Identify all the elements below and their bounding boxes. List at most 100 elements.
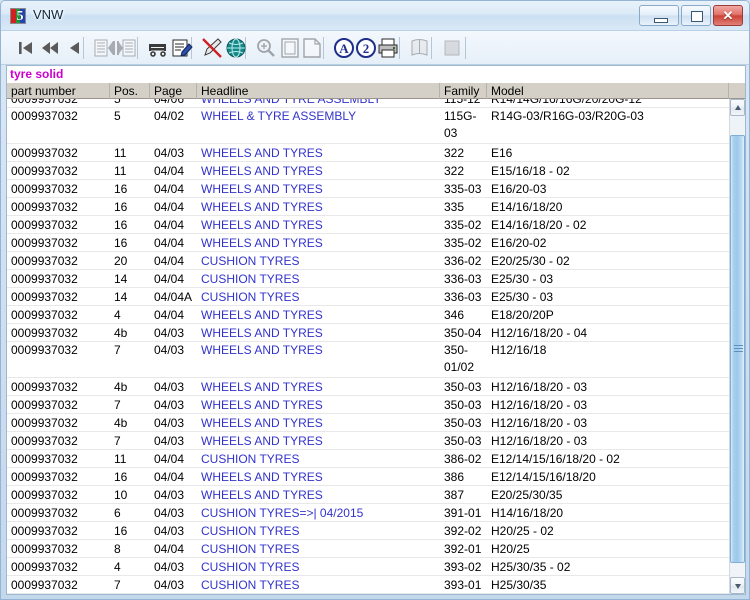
minimize-button[interactable] [639,5,679,26]
column-header-model[interactable]: Model [487,83,729,99]
table-row[interactable]: 0009937032 16 04/04 WHEELS AND TYRES 335 E14/… [7,198,729,216]
cell-family: 387 [444,488,465,502]
cell-pos: 10 [114,488,128,502]
table-row[interactable]: 0009937032 4b 04/03 WHEELS AND TYRES 350-03 H… [7,414,729,432]
table-row[interactable]: 0009937032 4b 04/03 WHEELS AND TYRES 350-04 H… [7,324,729,342]
scrollbar-track-upper[interactable] [730,116,745,135]
cell-head: WHEELS AND TYRE ASSEMBLY [201,99,382,106]
cell-family: 335-02 [444,218,482,232]
cell-part: 0009937032 [11,254,78,268]
cell-family: 115G-03 [444,109,477,140]
cell-head: CUSHION TYRES [201,254,300,268]
cell-page: 04/03 [154,380,185,394]
cell-part: 0009937032 [11,99,78,106]
printer-icon[interactable] [375,35,401,61]
column-header-head[interactable]: Headline [197,83,440,99]
table-row[interactable]: 0009937032 14 04/04A CUSHION TYRES 336-03 E25… [7,288,729,306]
cell-pos: 4b [114,416,128,430]
table-row[interactable]: 0009937032 16 04/03 CUSHION TYRES 392-02 H20/… [7,522,729,540]
column-header-pos[interactable]: Pos. [110,83,150,99]
table-row[interactable]: 0009937032 11 04/04 WHEELS AND TYRES 322 E15/… [7,162,729,180]
vertical-scrollbar[interactable] [729,99,745,594]
cell-page: 04/04A [154,290,193,304]
table-row[interactable]: 0009937032 10 04/03 WHEELS AND TYRES 387 E20/… [7,486,729,504]
table-row[interactable]: 0009937032 7 04/03 WHEELS AND TYRES 350-01/0… [7,342,729,378]
cell-part: 0009937032 [11,236,78,250]
page-copy-icon[interactable] [299,35,325,61]
table-row[interactable]: 0009937032 6 04/03 CUSHION TYRES=>| 04/2015… [7,504,729,522]
cell-part: 0009937032 [11,380,78,394]
close-button[interactable]: ✕ [713,5,743,26]
cell-part: 0009937032 [11,290,78,304]
no-highlight-icon[interactable] [199,35,225,61]
table-row[interactable]: 0009937032 5 04/02 WHEEL & TYRE ASSEMBLY 115… [7,108,729,144]
cell-model: H12/16/18/20 - 03 [491,398,588,412]
previous-page-icon[interactable] [37,35,63,61]
cell-part: 0009937032 [11,146,78,160]
cell-part: 0009937032 [11,470,78,484]
table-row[interactable]: 0009937032 16 04/04 WHEELS AND TYRES 335-03 E… [7,180,729,198]
globe-icon[interactable] [223,35,249,61]
maximize-button[interactable] [681,5,711,26]
cell-part: 0009937032 [11,109,78,123]
shopping-cart-icon[interactable] [145,35,171,61]
table-row[interactable]: 0009937032 4 04/04 WHEELS AND TYRES 346 E18/2… [7,306,729,324]
cell-model: E12/14/15/16/18/20 - 02 [491,452,620,466]
table-row[interactable]: 0009937032 11 04/04 CUSHION TYRES 386-02 E12/… [7,450,729,468]
scroll-down-button[interactable] [730,577,745,594]
table-row[interactable]: 0009937032 7 04/03 CUSHION TYRES 393-01 H25/3… [7,576,729,594]
cell-head: WHEEL & TYRE ASSEMBLY [201,109,357,123]
cell-page: 04/03 [154,488,185,502]
scroll-up-button[interactable] [730,99,745,116]
cell-pos: 7 [114,434,121,448]
maximize-icon [682,6,710,25]
cell-family: 346 [444,308,465,322]
cell-family: 393-02 [444,560,482,574]
cell-model: E15/16/18 - 02 [491,164,570,178]
cell-part: 0009937032 [11,164,78,178]
cell-model: E14/16/18/20 - 02 [491,218,587,232]
cell-page: 04/02 [154,109,185,123]
column-header-page[interactable]: Page [150,83,197,99]
column-header-family[interactable]: Family [440,83,487,99]
cell-part: 0009937032 [11,488,78,502]
table-row[interactable]: 0009937032 16 04/04 WHEELS AND TYRES 335-02 E… [7,216,729,234]
first-record-icon[interactable] [13,35,39,61]
cell-model: R14/14G/16/16G/20/20G-12 [491,99,642,106]
table-row[interactable]: 0009937032 14 04/04 CUSHION TYRES 336-03 E25/… [7,270,729,288]
table-row[interactable]: 0009937032 7 04/03 WHEELS AND TYRES 350-03 H1… [7,396,729,414]
svg-text:A: A [339,41,349,56]
cell-head: WHEELS AND TYRES [201,236,323,250]
previous-record-icon[interactable] [61,35,87,61]
cell-part: 0009937032 [11,200,78,214]
zoom-search-icon[interactable] [253,35,279,61]
cell-head: CUSHION TYRES [201,290,300,304]
table-row[interactable]: 0009937032 7 04/03 WHEELS AND TYRES 350-03 H1… [7,432,729,450]
stop-icon[interactable] [439,35,465,61]
table-row[interactable]: 0009937032 4b 04/03 WHEELS AND TYRES 350-03 H… [7,378,729,396]
edit-order-icon[interactable] [169,35,195,61]
cell-model: H12/16/18/20 - 04 [491,326,588,340]
jump-to-start-list-icon[interactable] [91,35,117,61]
cell-head: WHEELS AND TYRES [201,398,323,412]
column-header-part[interactable]: part number [7,83,110,99]
table-row[interactable]: 0009937032 8 04/04 CUSHION TYRES 392-01 H20/2… [7,540,729,558]
cell-model: E25/30 - 03 [491,290,554,304]
cell-pos: 4 [114,308,121,322]
toolbar: A 2 [1,31,749,65]
jump-to-end-list-icon[interactable] [115,35,141,61]
table-row[interactable]: 0009937032 5 04/06 WHEELS AND TYRE ASSEMBLY… [7,99,729,108]
table-row[interactable]: 0009937032 20 04/04 CUSHION TYRES 336-02 E20/… [7,252,729,270]
cell-head: WHEELS AND TYRES [201,146,323,160]
book-icon[interactable] [407,35,433,61]
table-row[interactable]: 0009937032 11 04/03 WHEELS AND TYRES 322 E16 [7,144,729,162]
cell-head: WHEELS AND TYRES [201,488,323,502]
cell-head: WHEELS AND TYRES [201,308,323,322]
table-row[interactable]: 0009937032 4 04/03 CUSHION TYRES 393-02 H25/3… [7,558,729,576]
cell-family: 350-03 [444,380,482,394]
cell-model: H12/16/18/20 - 03 [491,434,588,448]
scrollbar-thumb[interactable] [730,135,745,563]
table-row[interactable]: 0009937032 16 04/04 WHEELS AND TYRES 335-02 E… [7,234,729,252]
cell-pos: 11 [114,146,127,160]
table-row[interactable]: 0009937032 16 04/04 WHEELS AND TYRES 386 E12/… [7,468,729,486]
